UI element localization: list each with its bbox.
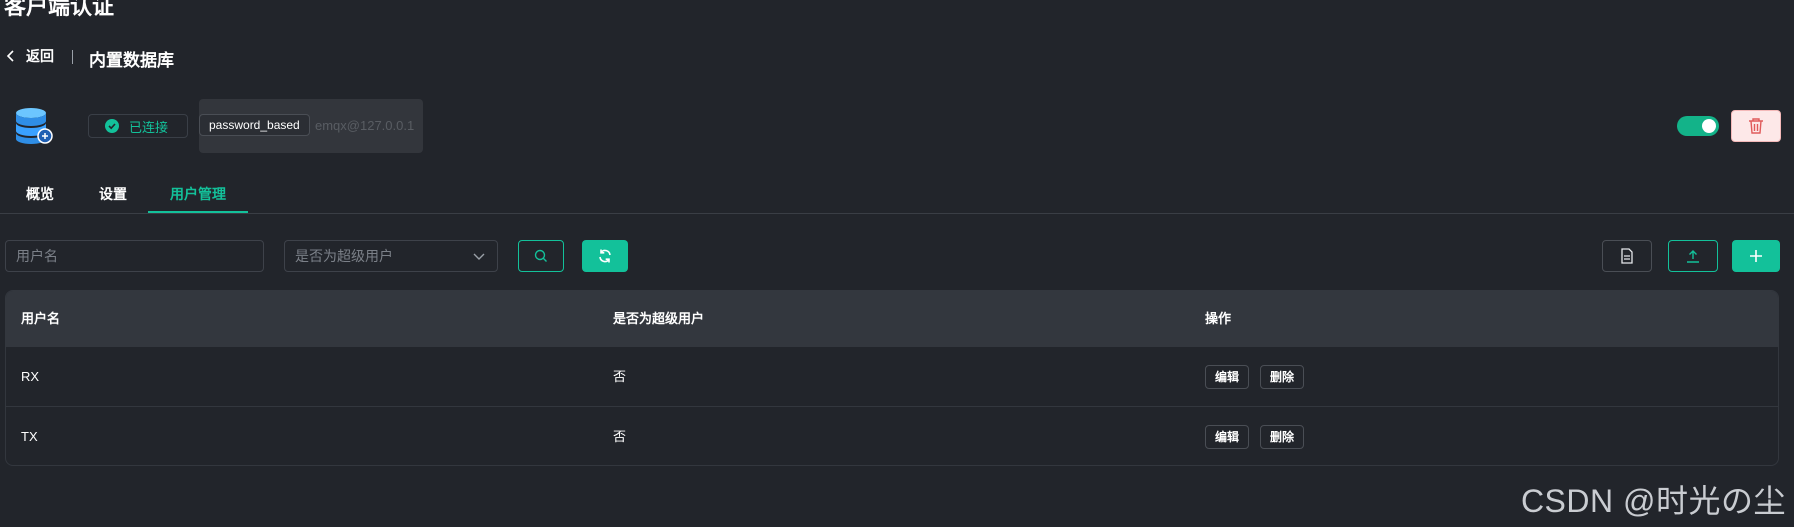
username-input[interactable] <box>5 240 264 272</box>
watermark: CSDN @时光の尘 <box>1520 483 1786 519</box>
trash-icon <box>1749 118 1763 134</box>
import-button[interactable] <box>1668 240 1718 272</box>
superuser-select-placeholder: 是否为超级用户 <box>295 248 393 264</box>
status-text: 已连接 <box>129 119 169 135</box>
enable-toggle[interactable] <box>1677 116 1719 136</box>
delete-authenticator-button[interactable] <box>1731 110 1781 142</box>
refresh-icon <box>599 249 611 263</box>
delete-button[interactable]: 删除 <box>1260 425 1305 449</box>
cell-superuser: 否 <box>613 369 627 384</box>
plus-icon <box>1750 250 1762 262</box>
table-row: TX 否 编辑 删除 <box>6 407 1778 465</box>
search-button[interactable] <box>518 240 564 272</box>
refresh-button[interactable] <box>582 240 628 272</box>
edit-button[interactable]: 编辑 <box>1205 425 1250 449</box>
breadcrumb-divider <box>72 50 73 64</box>
column-header-superuser: 是否为超级用户 <box>613 311 705 326</box>
breadcrumb-current: 内置数据库 <box>89 51 174 70</box>
mechanism-tooltip: password_based <box>199 114 310 136</box>
document-icon <box>1621 248 1633 264</box>
tabs-divider <box>0 213 1794 214</box>
toggle-knob <box>1702 119 1716 133</box>
active-tab-indicator <box>148 211 248 213</box>
edit-button[interactable]: 编辑 <box>1205 365 1250 389</box>
tab-overview[interactable]: 概览 <box>26 184 54 204</box>
upload-icon <box>1687 250 1699 263</box>
tab-settings[interactable]: 设置 <box>99 184 127 204</box>
cell-superuser: 否 <box>613 429 627 444</box>
search-icon <box>534 249 547 262</box>
delete-button[interactable]: 删除 <box>1260 365 1305 389</box>
table-header: 用户名 是否为超级用户 操作 <box>6 291 1778 347</box>
column-header-actions: 操作 <box>1205 311 1232 326</box>
status-badge: 已连接 <box>88 114 188 138</box>
tab-user-management[interactable]: 用户管理 <box>170 184 226 204</box>
cell-username: TX <box>21 429 38 444</box>
back-label: 返回 <box>26 48 54 64</box>
node-address: emqx@127.0.0.1 <box>315 118 415 133</box>
users-table: 用户名 是否为超级用户 操作 RX 否 编辑 删除 TX 否 编辑 删除 <box>5 290 1779 466</box>
page-title: 客户端认证 <box>4 0 115 19</box>
column-header-username: 用户名 <box>21 311 61 326</box>
chevron-down-icon <box>473 253 485 260</box>
database-icon <box>16 108 53 144</box>
document-button[interactable] <box>1602 240 1652 272</box>
check-circle-icon <box>105 119 119 133</box>
table-row: RX 否 编辑 删除 <box>6 347 1778 407</box>
add-user-button[interactable] <box>1732 240 1780 272</box>
back-button[interactable]: 返回 <box>6 46 54 66</box>
chevron-left-icon <box>6 50 14 62</box>
superuser-select[interactable]: 是否为超级用户 <box>284 240 498 272</box>
cell-username: RX <box>21 369 40 384</box>
